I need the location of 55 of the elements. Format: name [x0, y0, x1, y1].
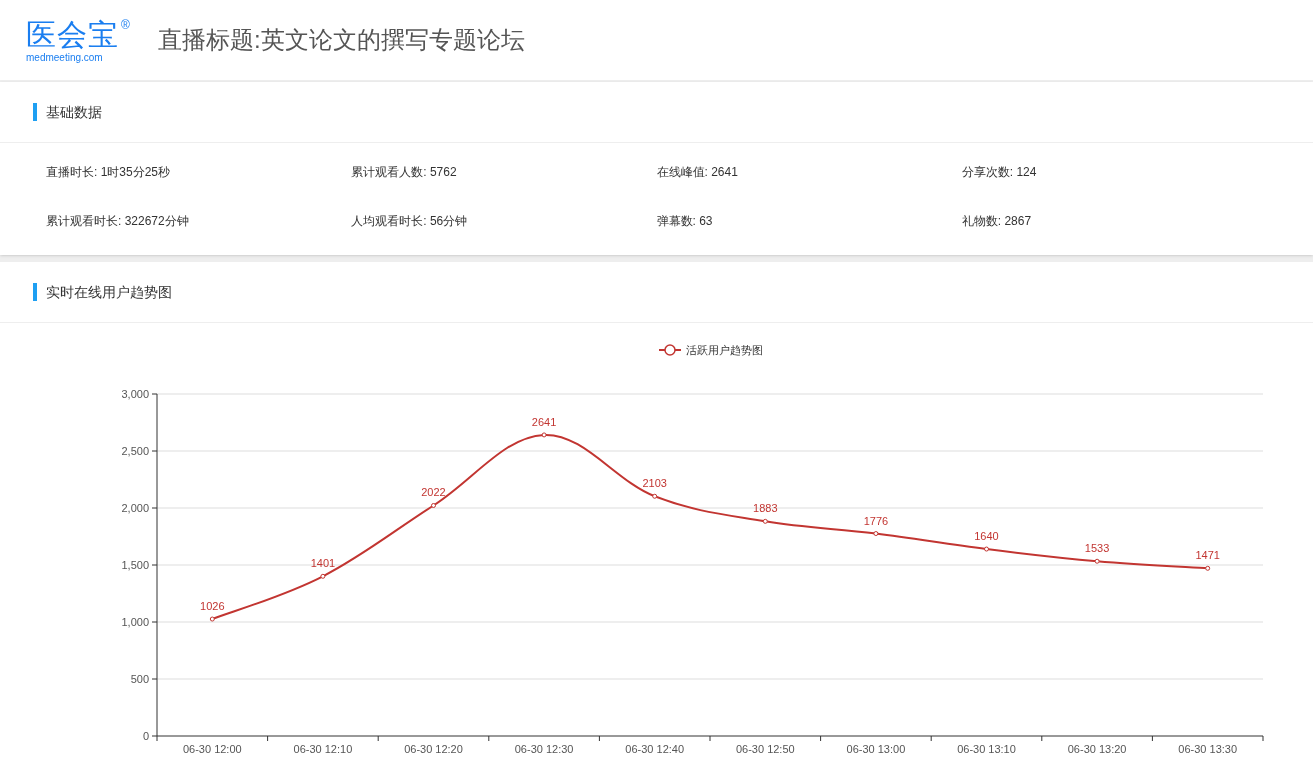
data-label: 1401: [310, 557, 336, 570]
x-tick-label: 06-30 12:50: [735, 743, 795, 755]
stat-text: 分享次数: 124: [961, 164, 1038, 181]
x-tick-label: 06-30 13:20: [1067, 743, 1127, 755]
x-tick-label: 06-30 12:40: [625, 743, 685, 755]
section-marker: [33, 103, 37, 121]
x-tick-label: 06-30 13:30: [1178, 743, 1238, 755]
data-label: 1533: [1084, 542, 1110, 555]
data-point: [873, 531, 879, 537]
data-label: 1640: [974, 530, 999, 543]
data-point: [1205, 565, 1211, 571]
stat-text: 人均观看时长: 56分钟: [351, 213, 469, 230]
data-point: [541, 432, 547, 438]
y-tick-label: 1,500: [121, 559, 149, 571]
x-tick-label: 06-30 12:10: [293, 743, 353, 755]
section-marker: [33, 283, 37, 301]
stat-text: 直播时长: 1时35分25秒: [46, 164, 172, 181]
y-tick-label: 2,500: [121, 445, 149, 457]
data-point: [431, 503, 436, 508]
page-title: 直播标题:英文论文的撰写专题论坛: [158, 25, 525, 55]
data-point: [1094, 558, 1100, 564]
stat-text: 礼物数: 2867: [961, 213, 1033, 230]
x-tick-label: 06-30 12:00: [182, 743, 242, 755]
x-tick-label: 06-30 13:10: [957, 743, 1016, 755]
data-point: [984, 546, 989, 552]
stat-text: 累计观看人数: 5762: [351, 164, 458, 181]
stat-text: 累计观看时长: 322672分钟: [46, 213, 190, 230]
y-tick-label: 1,000: [121, 616, 149, 628]
registered-mark: ®: [121, 17, 130, 32]
stat-text: 弹幕数: 63: [656, 213, 714, 230]
x-tick-label: 06-30 13:00: [846, 743, 906, 755]
section-heading: 实时在线用户趋势图: [46, 282, 172, 302]
data-label: 2641: [531, 415, 557, 428]
data-label: 2103: [642, 477, 667, 490]
logo-domain: medmeeting.com: [26, 51, 104, 63]
logo-name: 医会宝: [26, 17, 119, 52]
y-tick-label: 3,000: [121, 388, 149, 400]
y-tick-label: 500: [130, 673, 149, 685]
data-label: 1471: [1195, 549, 1220, 562]
x-tick-label: 06-30 12:30: [514, 743, 574, 755]
data-point: [652, 493, 658, 499]
section-heading: 基础数据: [46, 102, 102, 122]
stat-text: 在线峰值: 2641: [656, 164, 739, 181]
y-tick-label: 0: [142, 730, 149, 742]
data-point: [320, 573, 326, 579]
data-label: 1026: [200, 600, 225, 613]
data-point: [209, 616, 215, 622]
y-tick-label: 2,000: [121, 502, 149, 514]
data-label: 1883: [753, 502, 778, 515]
legend-icon: [658, 344, 682, 356]
x-tick-label: 06-30 12:20: [404, 743, 463, 755]
data-label: 2022: [421, 486, 446, 499]
legend-label: 活跃用户趋势图: [686, 344, 763, 356]
data-point: [762, 518, 768, 524]
data-label: 1776: [863, 514, 889, 527]
